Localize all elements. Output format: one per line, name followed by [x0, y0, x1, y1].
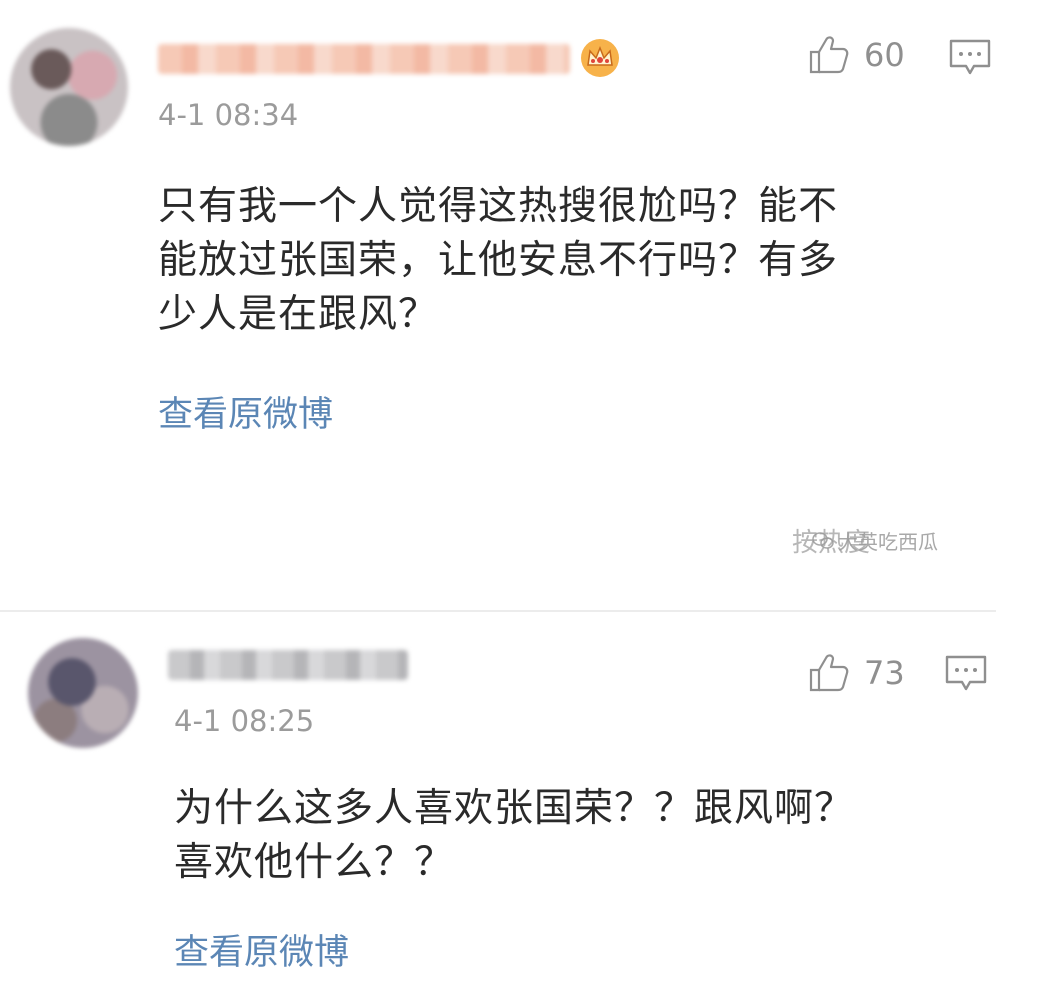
- comment-time: 4-1 08:25: [174, 704, 315, 738]
- view-original-link[interactable]: 查看原微博: [158, 386, 333, 437]
- comment-item: 60 4-1 08:34 只有我一个人觉得这热搜很尬吗？能不 能放过张国荣，让他…: [0, 0, 1042, 612]
- comment-text: 为什么这多人喜欢张国荣？？跟风啊？ 喜欢他什么？？: [174, 786, 855, 885]
- comment-icon[interactable]: [944, 654, 988, 694]
- crown-icon: [581, 39, 619, 77]
- comment-text: 只有我一个人觉得这热搜很尬吗？能不 能放过张国荣，让他安息不行吗？有多 少人是在…: [158, 184, 839, 337]
- thumbs-up-icon: [809, 654, 849, 692]
- thumbs-up-icon: [809, 36, 849, 74]
- view-original-link[interactable]: 查看原微博: [174, 924, 349, 975]
- comment-item: 73 4-1 08:25 为什么这多人喜欢张国荣？？跟风啊？ 喜欢他什么？？ 查…: [0, 612, 1042, 1002]
- comment-icon[interactable]: [948, 38, 992, 78]
- like-button[interactable]: 60: [806, 32, 905, 78]
- avatar[interactable]: [28, 638, 138, 748]
- like-count: 73: [864, 654, 905, 692]
- like-button[interactable]: 73: [806, 650, 905, 696]
- avatar[interactable]: [10, 28, 128, 146]
- watermark: 大英吃西瓜: [812, 526, 938, 555]
- wechat-icon: [812, 531, 834, 549]
- like-count: 60: [864, 36, 905, 74]
- username-blurred[interactable]: [168, 650, 408, 680]
- username-blurred[interactable]: [158, 44, 570, 74]
- watermark-text: 大英吃西瓜: [838, 530, 938, 554]
- comment-time: 4-1 08:34: [158, 98, 299, 132]
